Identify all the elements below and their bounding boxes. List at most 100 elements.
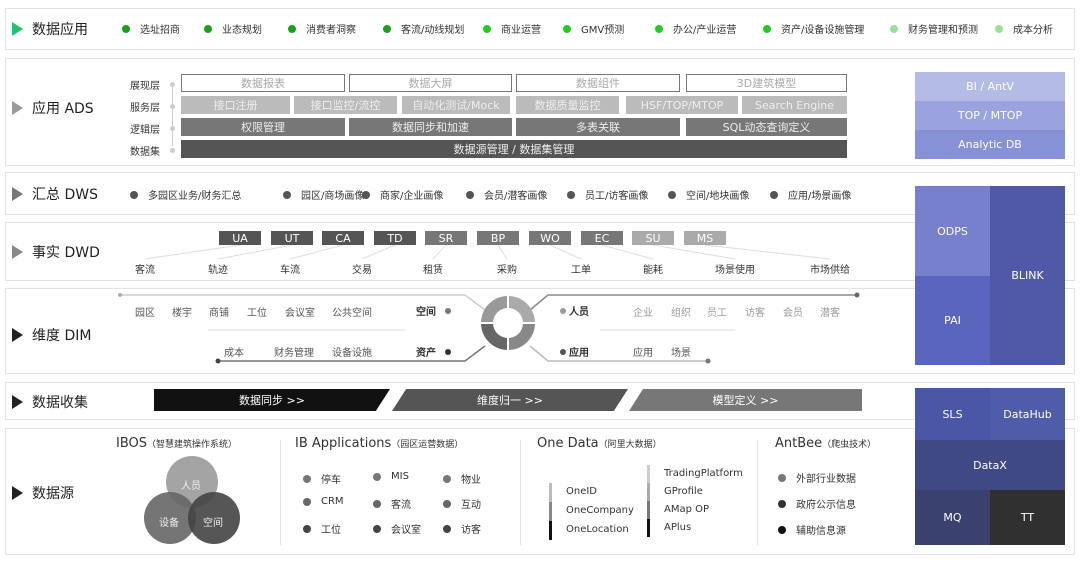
dim-application-item: 应用 bbox=[633, 348, 653, 359]
ib-label: 会议室 bbox=[391, 525, 421, 536]
antbee-item: 政府公示信息 bbox=[778, 496, 856, 511]
datax-block: DataX bbox=[915, 440, 1065, 490]
divider bbox=[757, 440, 758, 545]
heading-name: IBOS bbox=[116, 436, 148, 451]
datahub-block: DataHub bbox=[990, 388, 1065, 440]
fact-code-badge: CA bbox=[322, 231, 364, 245]
bullet-icon bbox=[303, 497, 311, 506]
tree-bar bbox=[549, 502, 552, 521]
dim-space-item: 商铺 bbox=[209, 308, 229, 319]
divider bbox=[280, 440, 281, 545]
heading-name: IB Applications bbox=[295, 436, 392, 451]
step-dimension-unify: 维度归一 >> bbox=[392, 389, 628, 411]
tt-block: TT bbox=[990, 490, 1065, 545]
antbee-label: 外部行业数据 bbox=[796, 474, 856, 485]
dim-space-item: 楼宇 bbox=[172, 308, 192, 319]
tree-bar bbox=[647, 483, 650, 501]
bullet-icon bbox=[373, 499, 381, 508]
ib-item: 访客 bbox=[443, 521, 481, 536]
dim-people-label: 人员 bbox=[569, 307, 589, 318]
tree-bar bbox=[647, 501, 650, 519]
fact-label: 场景使用 bbox=[715, 265, 755, 276]
onedata-item: GProfile bbox=[664, 486, 703, 497]
dim-people-item: 组织 bbox=[671, 308, 691, 319]
blink-block: BLINK bbox=[990, 186, 1065, 365]
fact-label: 交易 bbox=[352, 265, 372, 276]
pai-block: PAI bbox=[915, 276, 990, 365]
ib-item: 客流 bbox=[373, 496, 411, 511]
dim-dot bbox=[445, 349, 451, 355]
dim-people-item: 员工 bbox=[707, 308, 727, 319]
bullet-icon bbox=[778, 473, 786, 482]
dim-space-item: 园区 bbox=[135, 308, 155, 319]
ib-item: 互动 bbox=[443, 496, 481, 511]
fact-label: 工单 bbox=[571, 265, 591, 276]
antbee-label: 政府公示信息 bbox=[796, 500, 856, 511]
ib-label: CRM bbox=[321, 496, 344, 507]
fact-link bbox=[549, 244, 582, 260]
dim-space-item: 公共空间 bbox=[332, 308, 372, 319]
ib-item: 会议室 bbox=[373, 521, 421, 536]
triangle-icon bbox=[12, 395, 23, 409]
ib-item: 物业 bbox=[443, 471, 481, 486]
divider bbox=[520, 440, 521, 545]
ibos-heading: IBOS（智慧建筑操作系统） bbox=[116, 436, 237, 451]
bullet-icon bbox=[778, 525, 786, 534]
dim-asset-item: 财务管理 bbox=[274, 348, 314, 359]
dim-space-item: 工位 bbox=[247, 308, 267, 319]
dim-asset-label: 资产 bbox=[416, 348, 436, 359]
heading-note: （阿里大数据） bbox=[598, 440, 662, 450]
fact-link bbox=[361, 244, 396, 260]
heading-name: One Data bbox=[537, 436, 599, 451]
fact-link bbox=[497, 244, 508, 260]
mq-block: MQ bbox=[915, 490, 990, 545]
fact-label: 市场供给 bbox=[810, 265, 850, 276]
heading-name: AntBee bbox=[775, 436, 823, 451]
odps-block: ODPS bbox=[915, 186, 990, 276]
fact-code-badge: UA bbox=[219, 231, 261, 245]
venn-label-equipment: 设备 bbox=[159, 518, 179, 529]
bullet-icon bbox=[373, 472, 381, 481]
dim-people-item: 访客 bbox=[745, 308, 765, 319]
heading-note: （智慧建筑操作系统） bbox=[147, 440, 238, 450]
step-data-sync: 数据同步 >> bbox=[154, 389, 390, 411]
collect-title: 数据收集 bbox=[12, 392, 88, 412]
fact-label: 采购 bbox=[497, 265, 517, 276]
fact-label: 客流 bbox=[135, 265, 155, 276]
dim-dot bbox=[560, 308, 566, 314]
fact-code-badge: WO bbox=[529, 231, 571, 245]
fact-link bbox=[432, 244, 447, 260]
fact-code-badge: UT bbox=[271, 231, 313, 245]
dim-space-label: 空间 bbox=[416, 307, 436, 318]
venn-label-people: 人员 bbox=[181, 481, 201, 492]
tree-bar bbox=[647, 465, 650, 483]
dimension-ring bbox=[480, 295, 536, 351]
onedata-item: OneLocation bbox=[566, 524, 629, 535]
fact-link bbox=[289, 244, 344, 260]
tree-bar bbox=[549, 521, 552, 540]
dim-asset-item: 设备设施 bbox=[332, 348, 372, 359]
ib-item: 停车 bbox=[303, 471, 341, 486]
title-text: 数据源 bbox=[32, 486, 74, 502]
ib-label: 客流 bbox=[391, 500, 411, 511]
ib-label: 停车 bbox=[321, 475, 341, 486]
bullet-icon bbox=[443, 499, 451, 508]
dim-application-label: 应用 bbox=[569, 348, 589, 359]
ib-label: MIS bbox=[391, 471, 409, 482]
ib-label: 互动 bbox=[461, 500, 481, 511]
fact-code-badge: BP bbox=[477, 231, 519, 245]
onedata-item: OneID bbox=[566, 486, 598, 497]
heading-note: （爬虫技术） bbox=[822, 440, 877, 450]
bullet-icon bbox=[373, 524, 381, 533]
fact-link bbox=[601, 244, 654, 260]
fact-link bbox=[144, 244, 241, 260]
fact-code-badge: EC bbox=[581, 231, 623, 245]
dim-people-item: 会员 bbox=[783, 308, 803, 319]
onedata-item: OneCompany bbox=[566, 505, 634, 516]
onedata-item: APlus bbox=[664, 522, 692, 533]
fact-label: 车流 bbox=[280, 265, 300, 276]
bullet-icon bbox=[443, 524, 451, 533]
dim-dot bbox=[445, 308, 451, 314]
dim-people-item: 潜客 bbox=[820, 308, 840, 319]
heading-note: （园区运营数据） bbox=[391, 440, 464, 450]
